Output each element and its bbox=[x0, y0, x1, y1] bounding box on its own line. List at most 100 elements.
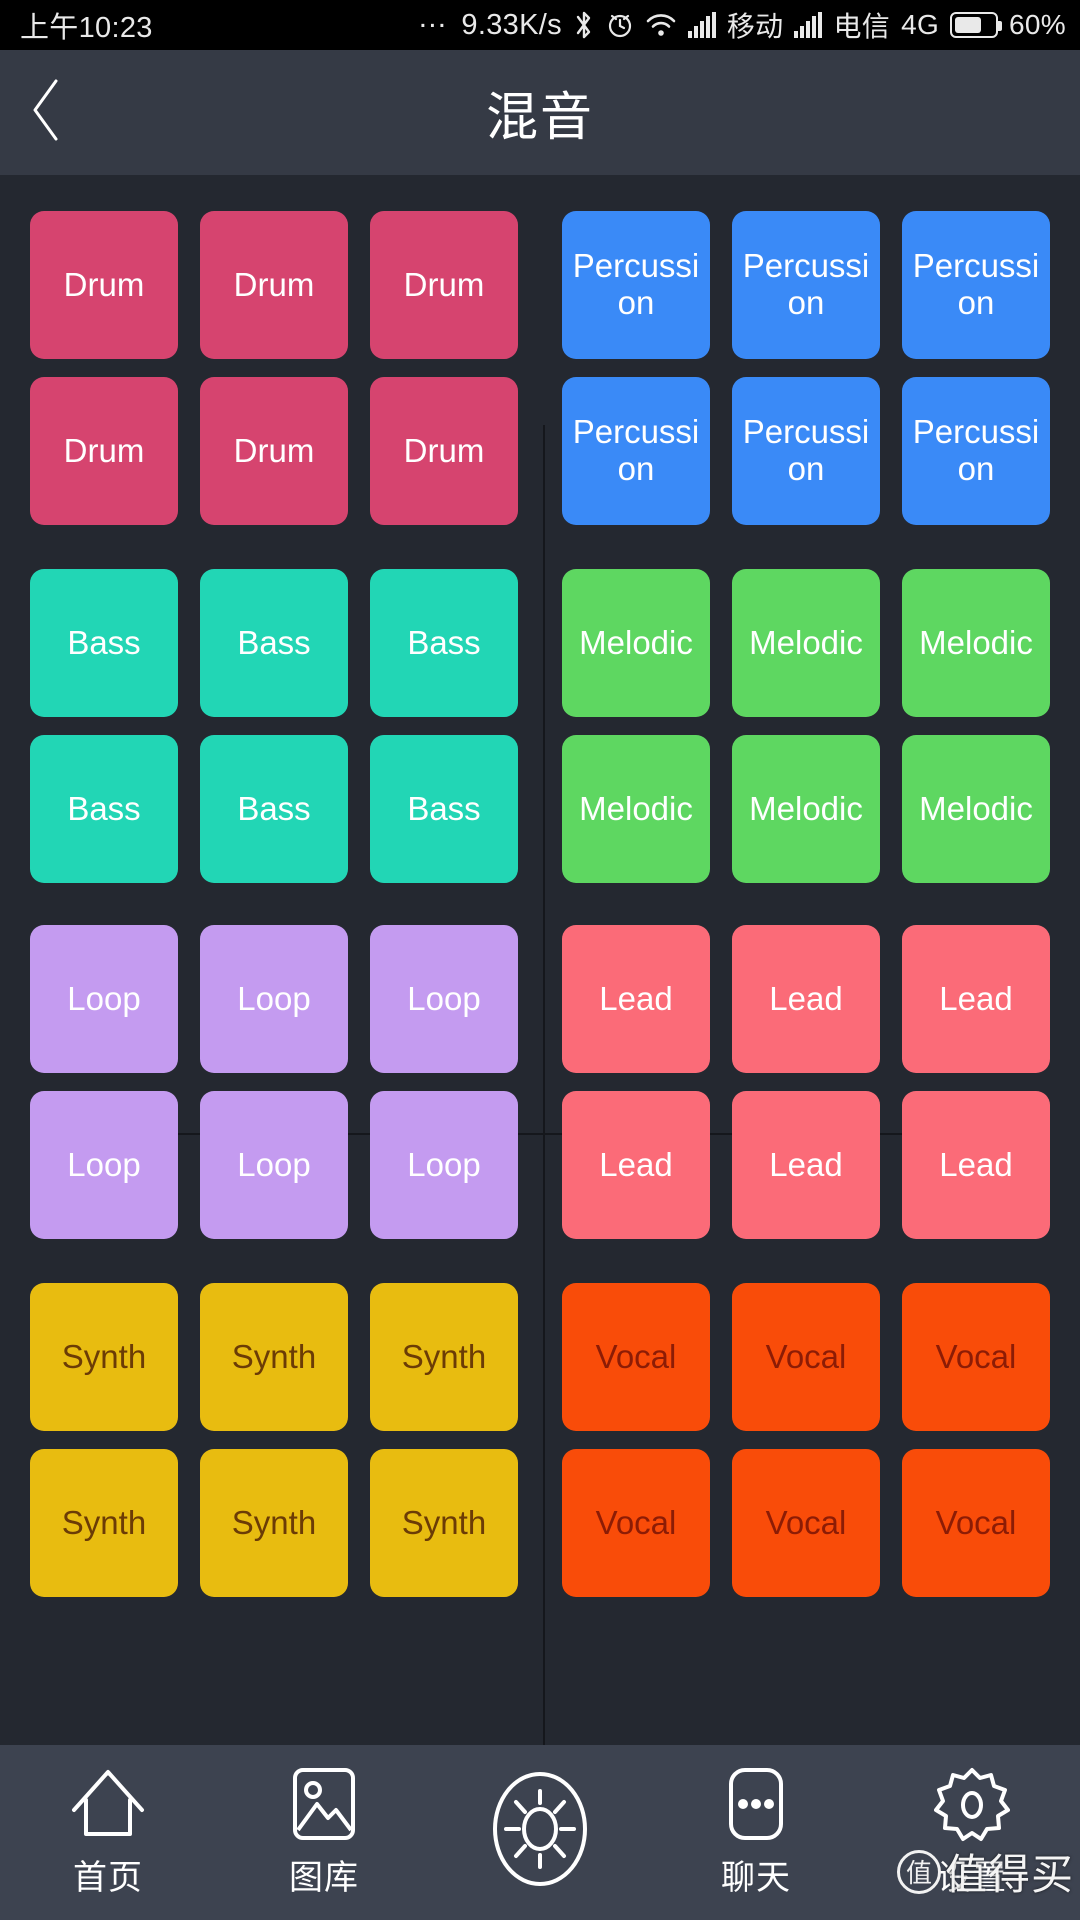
battery-icon bbox=[950, 12, 1003, 38]
more-dots-icon bbox=[727, 1766, 785, 1842]
pad-row: Synth Synth Synth bbox=[30, 1449, 518, 1597]
pad-loop-6[interactable]: Loop bbox=[370, 1091, 518, 1239]
pad-melodic-1[interactable]: Melodic bbox=[562, 569, 710, 717]
brightness-sun-icon bbox=[489, 1769, 591, 1889]
pad-row: Loop Loop Loop bbox=[30, 925, 518, 1073]
pad-row: Melodic Melodic Melodic bbox=[562, 569, 1050, 717]
nav-label-settings: 设置 bbox=[937, 1859, 1007, 1897]
block-gap bbox=[30, 883, 1050, 925]
status-bar: 上午10:23 … 9.33K/s 移动 电信 4G 60% bbox=[0, 0, 1080, 50]
mixer-pad-area: Drum Drum Drum Drum Drum Drum Percussion Percus… bbox=[0, 175, 1080, 1835]
pad-melodic-2[interactable]: Melodic bbox=[732, 569, 880, 717]
pad-lead-3[interactable]: Lead bbox=[902, 925, 1050, 1073]
pad-block-3: Loop Loop Loop Loop Loop Loop Lead Lead Lead Lead… bbox=[30, 925, 1050, 1239]
pad-grid: Drum Drum Drum Drum Drum Drum Percussion Percus… bbox=[30, 211, 1050, 1597]
page-title: 混音 bbox=[485, 89, 594, 147]
pad-lead-6[interactable]: Lead bbox=[902, 1091, 1050, 1239]
pad-melodic-3[interactable]: Melodic bbox=[902, 569, 1050, 717]
pad-block-1: Drum Drum Drum Drum Drum Drum Percussion Percus… bbox=[30, 211, 1050, 525]
pad-percussion-1[interactable]: Percussion bbox=[562, 211, 710, 359]
pad-bass-3[interactable]: Bass bbox=[370, 569, 518, 717]
pad-melodic-4[interactable]: Melodic bbox=[562, 735, 710, 883]
pad-vocal-5[interactable]: Vocal bbox=[732, 1449, 880, 1597]
pad-lead-1[interactable]: Lead bbox=[562, 925, 710, 1073]
alarm-icon bbox=[606, 11, 634, 39]
pad-row: Drum Drum Drum bbox=[30, 211, 518, 359]
pad-lead-2[interactable]: Lead bbox=[732, 925, 880, 1073]
pad-bass-2[interactable]: Bass bbox=[200, 569, 348, 717]
pad-vocal-3[interactable]: Vocal bbox=[902, 1283, 1050, 1431]
pad-lead-5[interactable]: Lead bbox=[732, 1091, 880, 1239]
pad-loop-2[interactable]: Loop bbox=[200, 925, 348, 1073]
pad-row: Synth Synth Synth bbox=[30, 1283, 518, 1431]
pad-row: Drum Drum Drum bbox=[30, 377, 518, 525]
nav-item-settings[interactable]: 设置 bbox=[864, 1745, 1080, 1920]
row-gap bbox=[30, 1073, 518, 1091]
pad-percussion-5[interactable]: Percussion bbox=[732, 377, 880, 525]
pad-synth-5[interactable]: Synth bbox=[200, 1449, 348, 1597]
row-gap bbox=[562, 359, 1050, 377]
pad-bass-1[interactable]: Bass bbox=[30, 569, 178, 717]
gallery-icon bbox=[291, 1766, 357, 1842]
pad-block-4: Synth Synth Synth Synth Synth Synth Vocal Vocal… bbox=[30, 1283, 1050, 1597]
nav-item-gallery[interactable]: 图库 bbox=[216, 1745, 432, 1920]
pad-drum-5[interactable]: Drum bbox=[200, 377, 348, 525]
pad-row: Loop Loop Loop bbox=[30, 1091, 518, 1239]
pad-loop-4[interactable]: Loop bbox=[30, 1091, 178, 1239]
row-gap bbox=[30, 359, 518, 377]
nav-label-chat: 聊天 bbox=[721, 1859, 791, 1897]
pad-row: Lead Lead Lead bbox=[562, 925, 1050, 1073]
pad-synth-3[interactable]: Synth bbox=[370, 1283, 518, 1431]
status-time: 上午10:23 bbox=[20, 12, 153, 44]
home-icon bbox=[69, 1766, 147, 1842]
row-gap bbox=[30, 1431, 518, 1449]
pad-bass-6[interactable]: Bass bbox=[370, 735, 518, 883]
nav-item-home[interactable]: 首页 bbox=[0, 1745, 216, 1920]
pad-lead-4[interactable]: Lead bbox=[562, 1091, 710, 1239]
pad-synth-2[interactable]: Synth bbox=[200, 1283, 348, 1431]
pad-percussion-3[interactable]: Percussion bbox=[902, 211, 1050, 359]
block-gap bbox=[30, 525, 1050, 569]
pad-vocal-2[interactable]: Vocal bbox=[732, 1283, 880, 1431]
pad-row: Vocal Vocal Vocal bbox=[562, 1283, 1050, 1431]
pad-loop-5[interactable]: Loop bbox=[200, 1091, 348, 1239]
pad-bass-4[interactable]: Bass bbox=[30, 735, 178, 883]
pad-block-2: Bass Bass Bass Bass Bass Bass Melodic Melodic Me… bbox=[30, 569, 1050, 883]
pad-melodic-5[interactable]: Melodic bbox=[732, 735, 880, 883]
pad-percussion-2[interactable]: Percussion bbox=[732, 211, 880, 359]
carrier-name-2: 电信 bbox=[833, 11, 891, 42]
pad-loop-3[interactable]: Loop bbox=[370, 925, 518, 1073]
wifi-icon bbox=[645, 12, 677, 38]
pad-percussion-4[interactable]: Percussion bbox=[562, 377, 710, 525]
pad-group-melodic: Melodic Melodic Melodic Melodic Melodic Melod… bbox=[540, 569, 1050, 883]
pad-row: Melodic Melodic Melodic bbox=[562, 735, 1050, 883]
pad-group-bass: Bass Bass Bass Bass Bass Bass bbox=[30, 569, 540, 883]
pad-vocal-6[interactable]: Vocal bbox=[902, 1449, 1050, 1597]
pad-synth-6[interactable]: Synth bbox=[370, 1449, 518, 1597]
row-gap bbox=[30, 717, 518, 735]
pad-synth-1[interactable]: Synth bbox=[30, 1283, 178, 1431]
pad-drum-4[interactable]: Drum bbox=[30, 377, 178, 525]
pad-group-percussion: Percussion Percussion Percussion Percussion… bbox=[540, 211, 1050, 525]
pad-drum-2[interactable]: Drum bbox=[200, 211, 348, 359]
nav-item-chat[interactable]: 聊天 bbox=[648, 1745, 864, 1920]
pad-drum-6[interactable]: Drum bbox=[370, 377, 518, 525]
pad-synth-4[interactable]: Synth bbox=[30, 1449, 178, 1597]
back-chevron-icon bbox=[26, 77, 66, 148]
pad-percussion-6[interactable]: Percussion bbox=[902, 377, 1050, 525]
back-button[interactable] bbox=[0, 50, 92, 175]
pad-bass-5[interactable]: Bass bbox=[200, 735, 348, 883]
nav-item-brightness[interactable] bbox=[432, 1745, 648, 1920]
pad-loop-1[interactable]: Loop bbox=[30, 925, 178, 1073]
status-icons: … 9.33K/s 移动 电信 4G 60% bbox=[417, 1, 1066, 45]
pad-row: Bass Bass Bass bbox=[30, 569, 518, 717]
pad-vocal-1[interactable]: Vocal bbox=[562, 1283, 710, 1431]
pad-group-loop: Loop Loop Loop Loop Loop Loop bbox=[30, 925, 540, 1239]
pad-drum-3[interactable]: Drum bbox=[370, 211, 518, 359]
gear-icon bbox=[934, 1766, 1010, 1842]
pad-group-synth: Synth Synth Synth Synth Synth Synth bbox=[30, 1283, 540, 1597]
carrier-name-1: 移动 bbox=[726, 11, 784, 42]
pad-melodic-6[interactable]: Melodic bbox=[902, 735, 1050, 883]
pad-vocal-4[interactable]: Vocal bbox=[562, 1449, 710, 1597]
pad-drum-1[interactable]: Drum bbox=[30, 211, 178, 359]
